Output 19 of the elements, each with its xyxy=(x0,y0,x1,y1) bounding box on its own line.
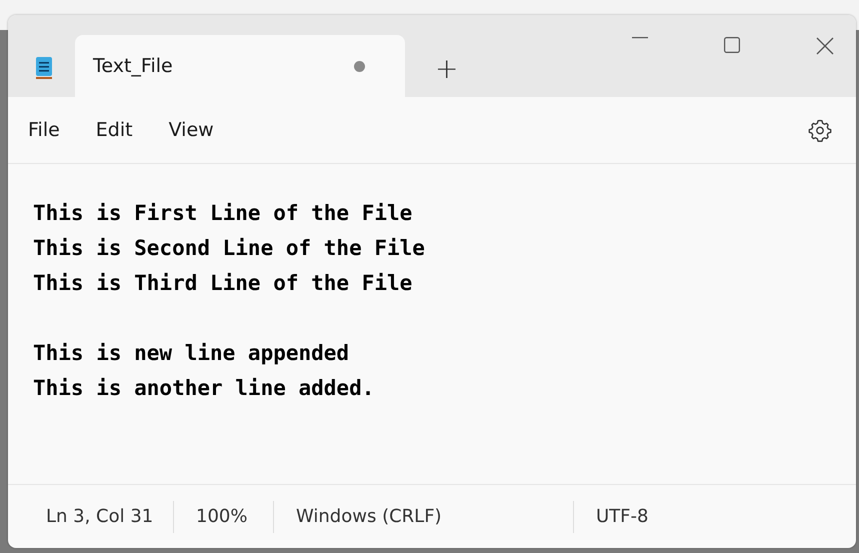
status-text: UTF-8 xyxy=(596,506,648,527)
new-tab-button[interactable]: + xyxy=(435,52,458,85)
notepad-icon xyxy=(35,55,53,79)
status-text: Windows (CRLF) xyxy=(296,506,442,527)
menu-item[interactable]: View xyxy=(168,119,214,141)
text-line: This is First Line of the File xyxy=(33,200,414,227)
maximize-icon[interactable] xyxy=(724,37,740,53)
minimize-icon[interactable] xyxy=(632,37,648,39)
status-text: Ln 3, Col 31 xyxy=(46,506,154,527)
settings-icon[interactable] xyxy=(808,118,832,142)
text-line: This is new line appended xyxy=(33,340,350,367)
text-line: This is Third Line of the File xyxy=(33,270,414,297)
close-icon[interactable] xyxy=(816,37,834,55)
text-line: This is another line added. xyxy=(33,375,376,402)
status-text: 100% xyxy=(196,506,248,527)
menu-item[interactable]: Edit xyxy=(96,119,133,141)
menu-item[interactable]: File xyxy=(28,119,60,141)
text-line: This is Second Line of the File xyxy=(33,235,426,262)
file-tab[interactable]: Text_File xyxy=(75,35,405,97)
